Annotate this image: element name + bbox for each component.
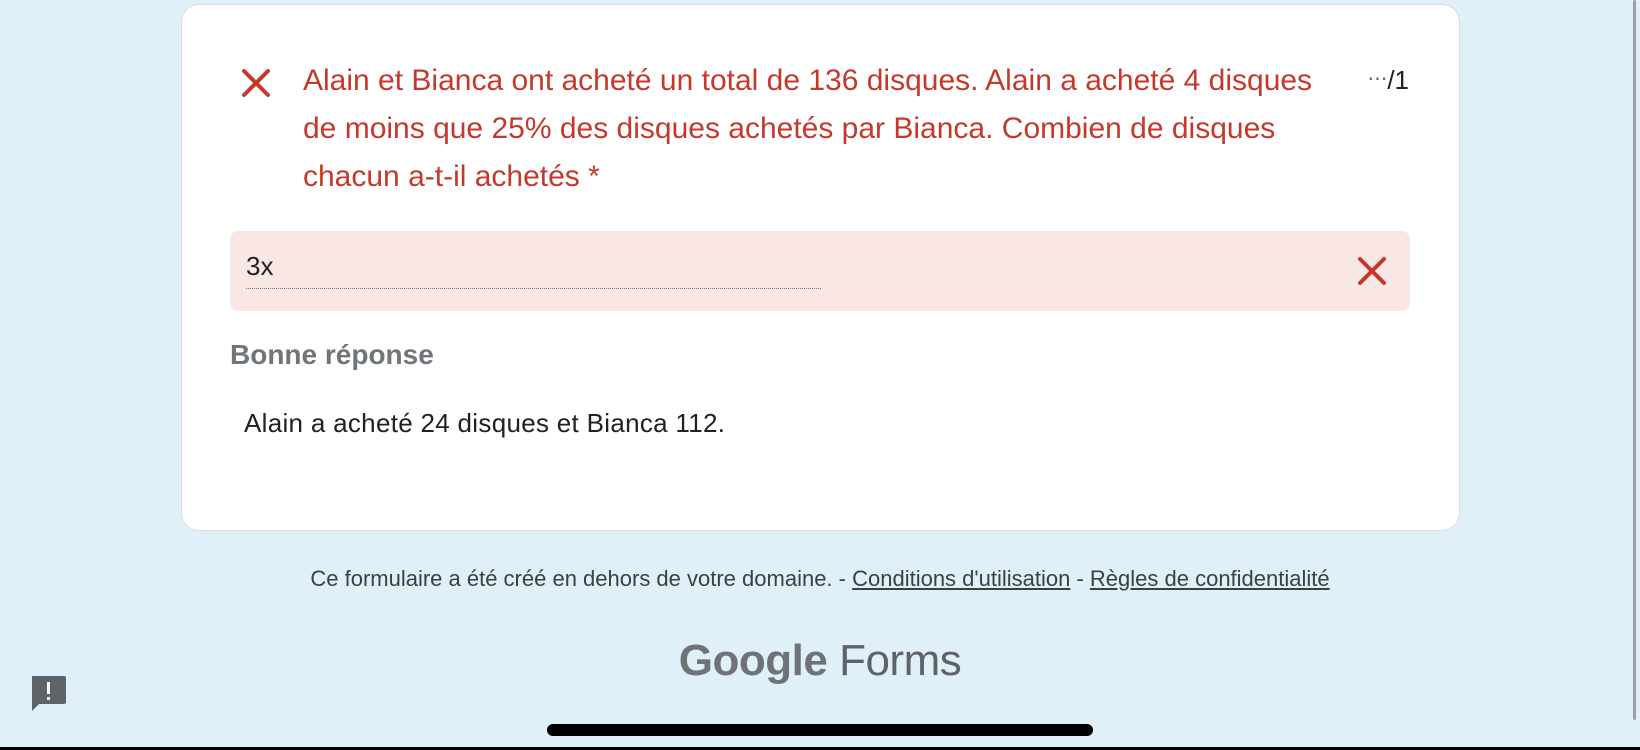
scrollbar[interactable] bbox=[1633, 0, 1636, 720]
incorrect-close-icon bbox=[242, 69, 270, 97]
google-forms-logo[interactable]: Google Forms bbox=[0, 636, 1640, 686]
question-text: Alain et Bianca ont acheté un total de 1… bbox=[303, 64, 1313, 193]
brand-forms: Forms bbox=[839, 636, 962, 685]
footer-separator: - bbox=[1076, 566, 1084, 591]
report-problem-icon[interactable] bbox=[27, 672, 69, 714]
points-dots: ⋯ bbox=[1367, 68, 1388, 90]
brand-google: Google bbox=[678, 636, 828, 685]
points-total: /1 bbox=[1387, 65, 1409, 95]
footer-note: Ce formulaire a été créé en dehors de vo… bbox=[0, 566, 1640, 592]
points-indicator: ⋯/1 bbox=[1367, 65, 1409, 96]
home-indicator[interactable] bbox=[547, 724, 1093, 736]
footer-note-text: Ce formulaire a été créé en dehors de vo… bbox=[310, 566, 846, 591]
privacy-link[interactable]: Règles de confidentialité bbox=[1090, 566, 1330, 591]
answer-value: 3x bbox=[246, 251, 821, 289]
correct-answer-text: Alain a acheté 24 disques et Bianca 112. bbox=[244, 408, 726, 438]
correct-answer-label: Bonne réponse bbox=[230, 339, 434, 370]
terms-link[interactable]: Conditions d'utilisation bbox=[852, 566, 1070, 591]
answer-box: 3x bbox=[230, 231, 1410, 311]
question-card: Alain et Bianca ont acheté un total de 1… bbox=[181, 4, 1460, 531]
wrong-answer-close-icon bbox=[1358, 257, 1386, 285]
